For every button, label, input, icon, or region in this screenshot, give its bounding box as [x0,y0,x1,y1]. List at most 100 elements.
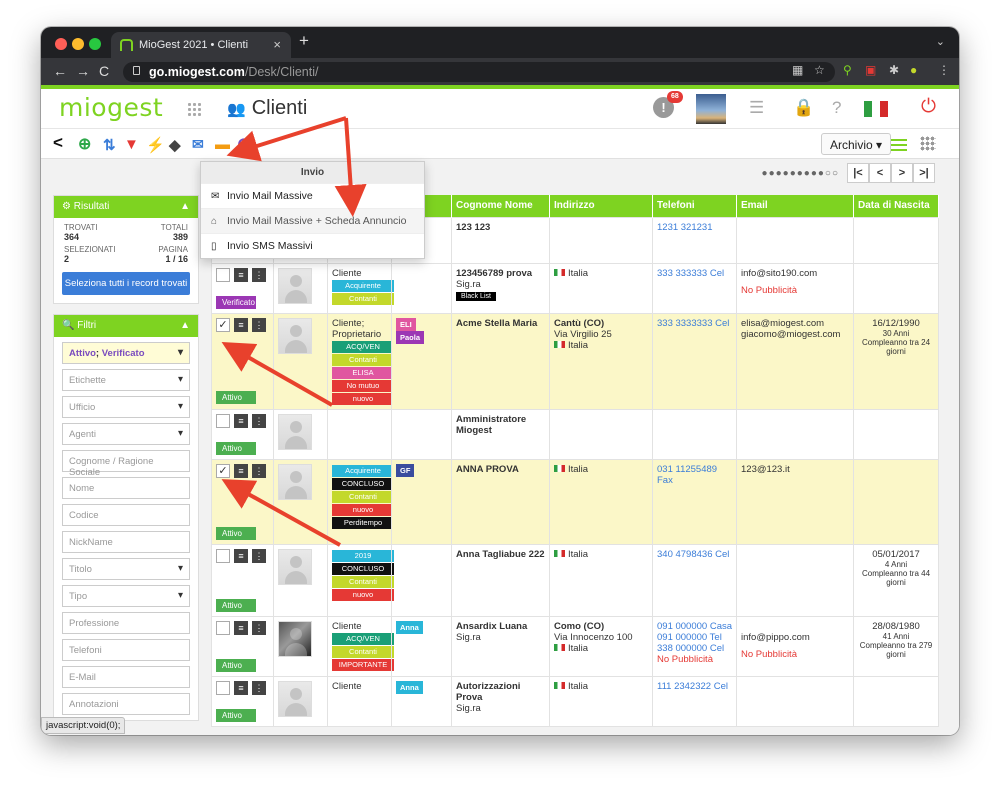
filter-field[interactable]: Codice [62,504,190,526]
lock-icon[interactable]: 🔒 [793,98,814,118]
browser-menu-icon[interactable]: ⋮ [938,63,950,77]
row-more-icon[interactable]: ⋮ [252,620,266,635]
avatar[interactable] [278,463,312,500]
forward-icon[interactable]: → [76,63,90,79]
header-cell[interactable]: Indirizzo [549,195,653,217]
extension-icon[interactable]: ⚲ [843,63,852,77]
row-list-icon[interactable]: ≡ [234,317,248,332]
last-page-button[interactable]: >| [913,163,935,183]
email-address[interactable]: giacomo@miogest.com [741,329,849,340]
extensions-puzzle-icon[interactable]: ✱ [889,63,899,77]
help-icon[interactable]: ? [832,98,841,118]
first-page-button[interactable]: |< [847,163,869,183]
reload-icon[interactable]: C [99,63,109,79]
filter-icon[interactable]: ▼ [124,136,139,153]
client-name[interactable]: Anna Tagliabue 222 [456,549,545,560]
select-all-button[interactable]: Seleziona tutti i record trovati [62,272,190,295]
download-icon[interactable]: ⊛ [237,134,250,154]
row-list-icon[interactable]: ≡ [234,413,248,428]
phone-number[interactable]: 1231 321231 [657,222,732,233]
email-address[interactable]: info@sito190.com [741,268,849,279]
profile-icon[interactable]: ● [910,63,917,77]
row-list-icon[interactable]: ≡ [234,620,248,635]
email-address[interactable]: info@pippo.com [741,632,849,643]
filter-field[interactable]: Ufficio [62,396,190,418]
row-list-icon[interactable]: ≡ [234,267,248,282]
print-icon[interactable]: ▬ [215,136,230,153]
sort-icon[interactable]: ⇅ [103,136,116,154]
row-list-icon[interactable]: ≡ [234,680,248,695]
filter-field[interactable]: Telefoni [62,639,190,661]
envelope-icon[interactable]: ✉ [192,136,204,153]
grid-view-icon[interactable] [920,136,936,151]
avatar[interactable] [278,620,312,657]
apps-grid-icon[interactable] [187,102,201,116]
row-checkbox[interactable] [216,680,230,695]
add-icon[interactable]: ⊕ [78,134,91,154]
next-page-button[interactable]: > [891,163,913,183]
menu-item-sms-massive[interactable]: ▯ Invio SMS Massivi [201,233,424,258]
client-name[interactable]: Amministratore Miogest [456,414,545,436]
tag-icon[interactable]: ◆ [169,136,181,154]
filter-field[interactable]: Professione [62,612,190,634]
row-checkbox[interactable] [216,620,230,635]
list-view-icon[interactable] [891,136,907,151]
extension-calendar-icon[interactable]: ▣ [865,63,876,77]
status-filter[interactable]: Attivo; Verificato [62,342,190,364]
header-cell[interactable]: Cognome Nome [451,195,550,217]
logout-icon[interactable]: ⏻ [921,96,936,118]
filter-field[interactable]: Nome [62,477,190,499]
client-name[interactable]: 123 123 [456,222,545,233]
header-cell[interactable]: Telefoni [652,195,737,217]
filter-field[interactable]: Titolo [62,558,190,580]
qr-icon[interactable]: ▦ [792,63,803,77]
avatar[interactable] [278,267,312,304]
header-cell[interactable]: Email [736,195,854,217]
phone-number[interactable]: 111 2342322 Cel [657,681,732,692]
phone-number[interactable]: 340 4798436 Cel [657,549,732,560]
menu-item-mail-massive[interactable]: ✉ Invio Mail Massive [201,183,424,208]
logo[interactable]: miogest [59,93,163,122]
menu-item-mail-scheda[interactable]: ⌂ Invio Mail Massive + Scheda Annuncio [201,208,424,233]
collapse-icon[interactable]: ▲ [180,320,190,331]
back-chevron-icon[interactable]: < [53,133,63,153]
row-checkbox[interactable]: ✓ [216,463,230,478]
window-controls[interactable] [55,38,106,53]
filter-field[interactable]: NickName [62,531,190,553]
client-name[interactable]: ANNA PROVA [456,464,545,475]
email-address[interactable]: 123@123.it [741,464,849,475]
client-name[interactable]: Autorizzazioni Prova [456,681,545,703]
email-address[interactable]: elisa@miogest.com [741,318,849,329]
client-name[interactable]: 123456789 prova [456,268,545,279]
settings-sliders-icon[interactable]: ☰ [749,98,764,118]
phone-number[interactable]: 091 000000 Casa [657,621,732,632]
avatar[interactable] [278,317,312,354]
results-header[interactable]: ⚙ Risultati ▲ [54,196,198,218]
header-cell[interactable]: Data di Nascita [853,195,939,217]
row-checkbox[interactable]: ✓ [216,317,230,332]
filters-header[interactable]: 🔍 Filtri ▲ [54,315,198,337]
row-checkbox[interactable] [216,413,230,428]
row-more-icon[interactable]: ⋮ [252,463,266,478]
client-name[interactable]: Acme Stella Maria [456,318,545,329]
phone-number[interactable]: 333 3333333 Cel [657,318,732,329]
row-more-icon[interactable]: ⋮ [252,413,266,428]
avatar[interactable] [278,548,312,585]
filter-field[interactable]: Annotazioni [62,693,190,715]
close-tab-icon[interactable]: × [273,37,281,52]
filter-field[interactable]: Cognome / Ragione Sociale [62,450,190,478]
filter-field[interactable]: E-Mail [62,666,190,688]
row-more-icon[interactable]: ⋮ [252,317,266,332]
url-input[interactable]: go.miogest.com/Desk/Clienti/ [123,62,835,82]
phone-number[interactable]: 338 000000 Cel [657,643,732,654]
avatar[interactable] [278,413,312,450]
tab-search-icon[interactable]: ⌄ [936,35,945,48]
collapse-icon[interactable]: ▲ [180,201,190,212]
row-checkbox[interactable] [216,548,230,563]
row-more-icon[interactable]: ⋮ [252,548,266,563]
avatar[interactable] [696,94,726,124]
row-list-icon[interactable]: ≡ [234,463,248,478]
filter-field[interactable]: Etichette [62,369,190,391]
row-more-icon[interactable]: ⋮ [252,680,266,695]
new-tab-button[interactable]: + [299,31,309,51]
